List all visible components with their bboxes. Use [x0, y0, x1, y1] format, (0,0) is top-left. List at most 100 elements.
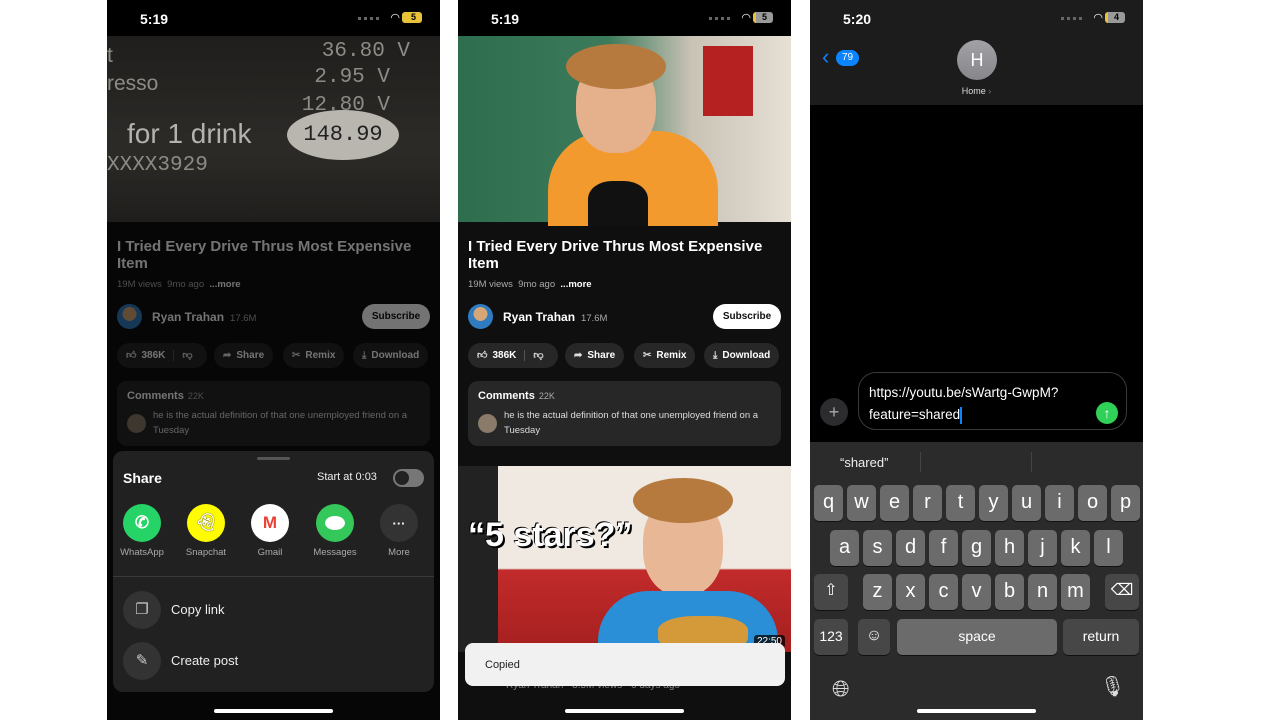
wifi-icon: ◠	[1093, 12, 1103, 24]
clock: 5:19	[140, 11, 169, 27]
message-text-line: https://youtu.be/sWartg-GwpM?	[869, 385, 1059, 400]
download-button[interactable]: ⤓ Download	[704, 343, 780, 368]
key-n[interactable]: n	[1028, 574, 1057, 610]
battery-icon: 4	[1105, 12, 1125, 23]
channel-avatar[interactable]	[468, 304, 493, 329]
share-snapchat[interactable]: 👻︎ Snapchat	[181, 504, 231, 558]
comments-section[interactable]: Comments22K he is the actual definition …	[468, 381, 781, 446]
key-v[interactable]: v	[962, 574, 991, 610]
copy-icon: ❐	[123, 591, 161, 629]
receipt-text: resso	[107, 72, 159, 95]
wifi-icon: ◠	[390, 12, 400, 24]
key-h[interactable]: h	[995, 530, 1024, 566]
download-icon: ⤓	[713, 350, 718, 361]
remix-label: Remix	[656, 350, 687, 361]
key-o[interactable]: o	[1078, 485, 1107, 521]
start-at-toggle[interactable]	[393, 469, 424, 487]
key-j[interactable]: j	[1028, 530, 1057, 566]
key-e[interactable]: e	[880, 485, 909, 521]
signal-icon	[1061, 17, 1083, 20]
share-whatsapp[interactable]: ✆ WhatsApp	[117, 504, 167, 558]
more-icon: ···	[380, 504, 418, 542]
create-post-button[interactable]: ✎ Create post	[123, 642, 423, 680]
contact-avatar[interactable]: H	[957, 40, 997, 80]
key-p[interactable]: p	[1111, 485, 1140, 521]
message-text-line: feature=shared	[869, 407, 961, 422]
channel-name[interactable]: Ryan Trahan 17.6M	[503, 310, 607, 324]
share-label: Share	[587, 350, 616, 361]
home-indicator[interactable]	[214, 709, 333, 713]
subscriber-count: 17.6M	[581, 313, 608, 324]
key-d[interactable]: d	[896, 530, 925, 566]
key-a[interactable]: a	[830, 530, 859, 566]
receipt-price: 148.99	[287, 110, 399, 160]
channel-name-text: Ryan Trahan	[503, 310, 576, 324]
contact-name[interactable]: Home ›	[810, 86, 1143, 96]
contact-name-text: Home	[961, 86, 986, 96]
space-key[interactable]: space	[897, 619, 1057, 655]
home-indicator[interactable]	[565, 709, 684, 713]
key-w[interactable]: w	[847, 485, 876, 521]
globe-icon[interactable]: 🌐︎	[832, 676, 850, 702]
remix-icon: ✂	[643, 350, 652, 361]
more-link[interactable]: ...more	[560, 279, 591, 290]
key-f[interactable]: f	[929, 530, 958, 566]
plus-icon[interactable]: +	[820, 398, 848, 426]
video-player[interactable]	[458, 36, 791, 226]
key-s[interactable]: s	[863, 530, 892, 566]
drag-handle[interactable]	[257, 457, 290, 460]
key-c[interactable]: c	[929, 574, 958, 610]
key-x[interactable]: x	[896, 574, 925, 610]
key-z[interactable]: z	[863, 574, 892, 610]
send-button[interactable]: ↑	[1096, 402, 1118, 424]
microphone-icon[interactable]: 🎙︎	[1100, 674, 1125, 699]
key-l[interactable]: l	[1094, 530, 1123, 566]
next-video-thumbnail[interactable]: “5 stars?” 22:50	[458, 466, 791, 652]
copy-link-button[interactable]: ❐ Copy link	[123, 591, 423, 629]
key-t[interactable]: t	[946, 485, 975, 521]
video-meta: 19M views 9mo ago ...more	[468, 279, 592, 290]
emoji-key[interactable]: ☺	[858, 619, 890, 655]
key-r[interactable]: r	[913, 485, 942, 521]
receipt-text: t	[107, 44, 113, 67]
key-g[interactable]: g	[962, 530, 991, 566]
return-key[interactable]: return	[1063, 619, 1139, 655]
wall-decor	[703, 46, 753, 116]
divider	[113, 576, 434, 577]
message-input[interactable]: https://youtu.be/sWartg-GwpM? feature=sh…	[858, 372, 1127, 430]
key-k[interactable]: k	[1061, 530, 1090, 566]
thumbs-up-icon: 👍︎	[477, 350, 488, 361]
home-indicator[interactable]	[917, 709, 1036, 713]
thumb-person-left	[458, 466, 498, 652]
key-b[interactable]: b	[995, 574, 1024, 610]
key-u[interactable]: u	[1012, 485, 1041, 521]
app-label: More	[388, 547, 410, 558]
remix-button[interactable]: ✂ Remix	[634, 343, 696, 368]
suggestion[interactable]: “shared”	[840, 455, 888, 470]
video-thumbnail[interactable]: 36.80 V 2.95 V 12.80 V t resso for 1 dri…	[107, 36, 440, 222]
comments-label: Comments	[478, 390, 535, 402]
predictive-bar: “shared”	[810, 442, 1143, 482]
numbers-key[interactable]: 123	[814, 619, 848, 655]
key-m[interactable]: m	[1061, 574, 1090, 610]
wifi-icon: ◠	[741, 12, 751, 24]
share-gmail[interactable]: M Gmail	[245, 504, 295, 558]
phone-share-sheet: 36.80 V 2.95 V 12.80 V t resso for 1 dri…	[107, 0, 440, 720]
thumbs-down-icon[interactable]: 👎︎	[524, 350, 544, 361]
like-button[interactable]: 👍︎ 386K 👎︎	[468, 343, 558, 368]
share-more[interactable]: ··· More	[374, 504, 424, 558]
battery-icon: 5	[753, 12, 773, 23]
view-count: 19M views	[468, 279, 513, 290]
signal-icon	[709, 17, 731, 20]
like-count: 386K	[492, 350, 517, 361]
key-q[interactable]: q	[814, 485, 843, 521]
keyboard: “shared” ⇧ ⌫ 123 ☺ space return 🌐︎ 🎙︎ qw…	[810, 442, 1143, 720]
key-i[interactable]: i	[1045, 485, 1074, 521]
share-button[interactable]: ➦ Share	[565, 343, 625, 368]
backspace-key[interactable]: ⌫	[1105, 574, 1139, 610]
shift-key[interactable]: ⇧	[814, 574, 848, 610]
subscribe-button[interactable]: Subscribe	[713, 304, 781, 329]
key-y[interactable]: y	[979, 485, 1008, 521]
share-messages[interactable]: Messages	[310, 504, 360, 558]
back-button[interactable]: ‹ 79	[822, 46, 860, 68]
